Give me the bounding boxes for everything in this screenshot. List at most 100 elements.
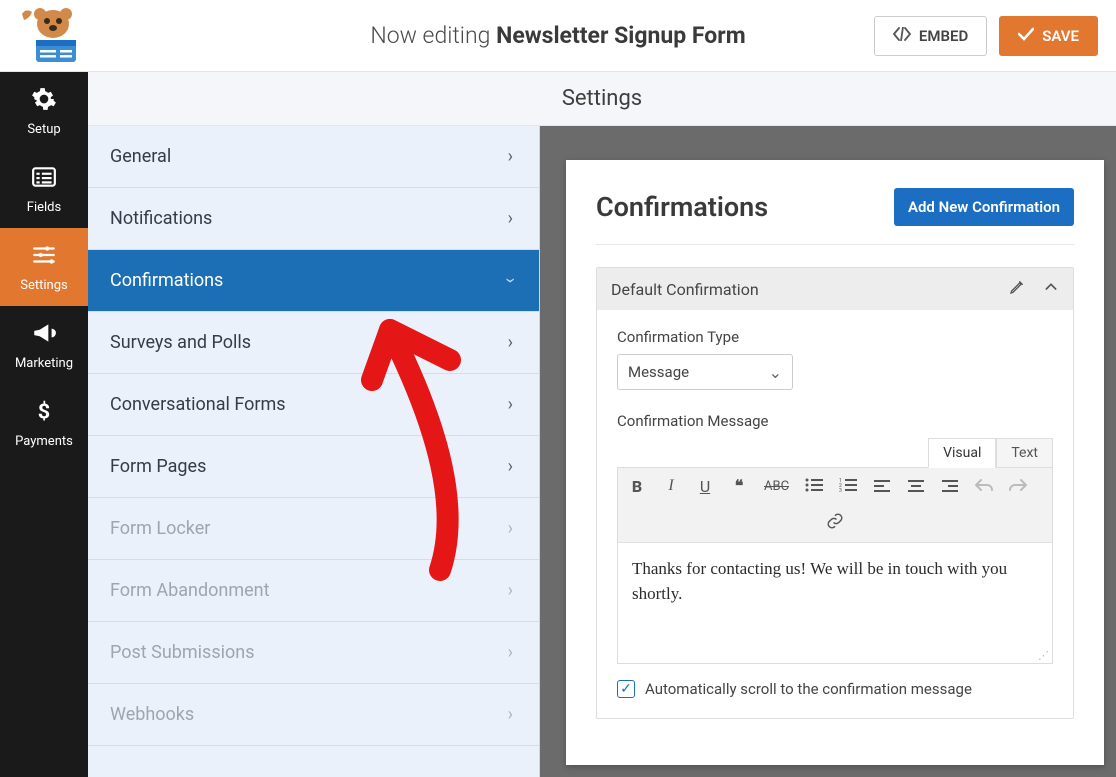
panel-header: Confirmations Add New Confirmation [596, 188, 1074, 245]
autoscroll-label: Automatically scroll to the confirmation… [645, 680, 972, 698]
settings-item-form-locker[interactable]: Form Locker › [88, 498, 539, 560]
chevron-right-icon: › [508, 580, 513, 601]
checkbox-checked-icon[interactable]: ✓ [617, 680, 635, 698]
strikethrough-icon[interactable]: ABC [764, 479, 789, 494]
bullhorn-icon [31, 320, 57, 350]
chevron-right-icon: › [508, 518, 513, 539]
confirmations-panel: Confirmations Add New Confirmation Defau… [566, 160, 1104, 765]
add-confirmation-label: Add New Confirmation [908, 198, 1060, 216]
settings-submenu: General › Notifications › Confirmations … [88, 126, 540, 777]
app-logo-icon [18, 6, 88, 66]
settings-item-notifications[interactable]: Notifications › [88, 188, 539, 250]
chevron-right-icon: › [508, 704, 513, 725]
settings-item-webhooks[interactable]: Webhooks › [88, 684, 539, 746]
chevron-right-icon: › [508, 642, 513, 663]
message-textarea[interactable]: Thanks for contacting us! We will be in … [618, 543, 1052, 663]
settings-item-label: Form Locker [110, 518, 210, 539]
bold-icon[interactable]: B [628, 477, 646, 496]
settings-item-surveys[interactable]: Surveys and Polls › [88, 312, 539, 374]
resize-handle-icon[interactable]: ⋰ [1038, 653, 1048, 659]
type-label: Confirmation Type [617, 328, 1053, 346]
sidebar-item-label: Settings [20, 278, 67, 293]
message-text: Thanks for contacting us! We will be in … [632, 559, 1007, 603]
settings-item-label: Confirmations [110, 270, 223, 291]
embed-label: EMBED [919, 27, 968, 45]
code-icon [893, 27, 911, 45]
underline-icon[interactable]: U [696, 477, 714, 496]
card-tools [1009, 279, 1059, 299]
gear-icon [31, 86, 57, 116]
italic-icon[interactable]: I [662, 477, 680, 495]
settings-item-label: Form Pages [110, 456, 206, 477]
quote-icon[interactable]: ❝ [730, 476, 748, 496]
section-header: Settings [88, 72, 1116, 126]
settings-item-confirmations[interactable]: Confirmations › [88, 250, 539, 312]
tab-visual[interactable]: Visual [928, 438, 996, 468]
sidebar-item-label: Setup [27, 122, 60, 137]
preview-area: Confirmations Add New Confirmation Defau… [540, 126, 1116, 777]
settings-item-label: Form Abandonment [110, 580, 269, 601]
settings-item-label: Post Submissions [110, 642, 254, 663]
sidebar-item-label: Fields [27, 200, 61, 215]
align-left-icon[interactable] [873, 477, 891, 496]
edit-icon[interactable] [1009, 279, 1025, 299]
confirmation-type-select[interactable]: Message ⌄ [617, 354, 793, 390]
message-editor: B I U ❝ ABC 123 [617, 467, 1053, 664]
card-body: Confirmation Type Message ⌄ Confirmation… [597, 310, 1073, 718]
save-label: SAVE [1042, 27, 1079, 45]
chevron-down-icon: › [500, 278, 521, 283]
confirmation-card: Default Confirmation Con [596, 267, 1074, 719]
dollar-icon: $ [31, 398, 57, 428]
editing-prefix: Now editing [370, 22, 490, 49]
settings-item-conversational[interactable]: Conversational Forms › [88, 374, 539, 436]
svg-text:$: $ [38, 399, 50, 423]
tab-text-label: Text [1011, 445, 1038, 461]
settings-item-label: Surveys and Polls [110, 332, 251, 353]
tab-text[interactable]: Text [996, 438, 1053, 468]
settings-item-label: General [110, 146, 171, 167]
chevron-down-icon: ⌄ [769, 363, 782, 382]
chevron-right-icon: › [508, 146, 513, 167]
save-button[interactable]: SAVE [999, 16, 1098, 56]
align-right-icon[interactable] [941, 477, 959, 496]
card-header: Default Confirmation [597, 268, 1073, 310]
editor-tabs: Visual Text [617, 438, 1053, 468]
panel-title: Confirmations [596, 191, 768, 223]
sidebar-item-fields[interactable]: Fields [0, 150, 88, 228]
chevron-right-icon: › [508, 332, 513, 353]
bulleted-list-icon[interactable] [805, 477, 823, 496]
sidebar-item-settings[interactable]: Settings [0, 228, 88, 306]
list-icon [31, 164, 57, 194]
card-title: Default Confirmation [611, 280, 759, 299]
top-actions: EMBED SAVE [874, 16, 1098, 56]
align-center-icon[interactable] [907, 477, 925, 496]
tab-visual-label: Visual [943, 445, 981, 461]
settings-item-label: Conversational Forms [110, 394, 286, 415]
settings-item-general[interactable]: General › [88, 126, 539, 188]
link-icon[interactable] [628, 512, 1042, 534]
sliders-icon [31, 242, 57, 272]
chevron-right-icon: › [508, 394, 513, 415]
workspace: Settings General › Notifications › Confi… [88, 72, 1116, 777]
add-confirmation-button[interactable]: Add New Confirmation [894, 188, 1074, 226]
settings-item-form-abandonment[interactable]: Form Abandonment › [88, 560, 539, 622]
svg-text:3: 3 [839, 488, 842, 492]
autoscroll-row[interactable]: ✓ Automatically scroll to the confirmati… [617, 680, 1053, 698]
embed-button[interactable]: EMBED [874, 16, 987, 56]
sidebar-item-payments[interactable]: $ Payments [0, 384, 88, 462]
sidebar-item-marketing[interactable]: Marketing [0, 306, 88, 384]
section-title: Settings [562, 86, 642, 111]
collapse-icon[interactable] [1043, 279, 1059, 299]
chevron-right-icon: › [508, 456, 513, 477]
sidebar-item-label: Marketing [15, 356, 73, 371]
numbered-list-icon[interactable]: 123 [839, 477, 857, 496]
settings-item-form-pages[interactable]: Form Pages › [88, 436, 539, 498]
top-bar: Now editing Newsletter Signup Form EMBED… [0, 0, 1116, 72]
sidebar-item-setup[interactable]: Setup [0, 72, 88, 150]
settings-item-label: Webhooks [110, 704, 194, 725]
undo-icon[interactable] [975, 477, 993, 496]
settings-item-post-submissions[interactable]: Post Submissions › [88, 622, 539, 684]
check-icon [1018, 27, 1034, 45]
redo-icon[interactable] [1009, 477, 1027, 496]
editor-toolbar: B I U ❝ ABC 123 [618, 468, 1052, 543]
